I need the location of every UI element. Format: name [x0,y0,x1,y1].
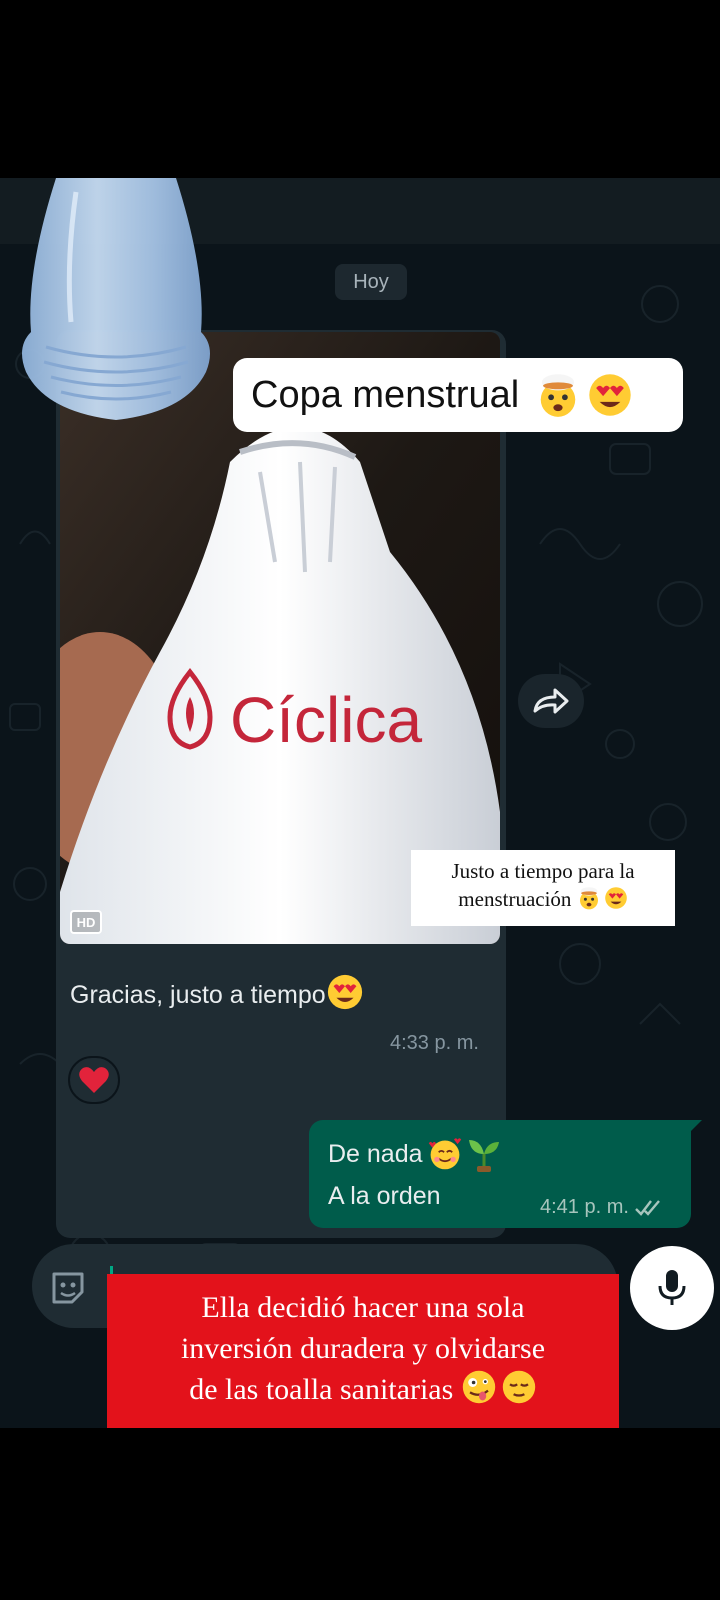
note-line-1: Justo a tiempo para la [451,859,635,883]
incoming-time: 4:33 p. m. [390,1032,479,1054]
relieved-face-emoji [502,1370,535,1404]
microphone-icon [658,1270,686,1305]
outgoing-line-1: De nada [328,1136,501,1172]
outgoing-time: 4:41 p. m. [540,1196,629,1218]
exploding-head-emoji [541,374,576,417]
promo-banner: Ella decidió hacer una sola inversión du… [107,1274,619,1428]
date-separator: Hoy [335,264,407,300]
heart-eyes-emoji [604,886,627,909]
smiling-hearts-emoji [428,1138,461,1170]
outgoing-meta: 4:41 p. m. [540,1196,665,1219]
incoming-caption-text: Gracias, justo a tiempo [70,981,326,1009]
menstrual-cup-image [22,178,210,420]
double-check-icon [635,1199,660,1216]
exploding-head-emoji [579,886,598,910]
message-reaction[interactable] [68,1056,120,1104]
banner-line-2: inversión duradera y olvidarse [180,1331,546,1365]
zany-face-emoji [462,1370,495,1404]
banner-line-1: Ella decidió hacer una sola [201,1291,525,1324]
banner-line-3-row: de las toalla sanitarias [107,1369,619,1411]
hd-badge: HD [70,910,102,934]
heart-eyes-emoji [589,374,631,416]
note-line-2: menstruación [458,886,572,911]
bag-brand-text: Cíclica [230,684,422,756]
bottom-black-bar [0,1428,720,1600]
forward-arrow-icon [533,688,569,714]
outgoing-line-1-text: De nada [328,1139,423,1168]
red-heart-emoji [79,1067,109,1093]
incoming-caption: Gracias, justo a tiempo [70,973,364,1011]
title-label-text: Copa menstrual [251,373,520,416]
sticker-icon[interactable] [48,1268,88,1308]
heart-eyes-emoji [327,974,362,1010]
seedling-emoji [468,1140,499,1172]
forward-button[interactable] [518,674,584,728]
note-caption-box: Justo a tiempo para la menstruación [411,850,675,926]
outgoing-line-2: A la orden [328,1182,441,1210]
banner-line-3: de las toalla sanitarias [189,1373,454,1406]
microphone-button[interactable] [630,1246,714,1330]
top-black-bar [0,0,720,178]
cup-title-label: Copa menstrual [233,358,683,432]
